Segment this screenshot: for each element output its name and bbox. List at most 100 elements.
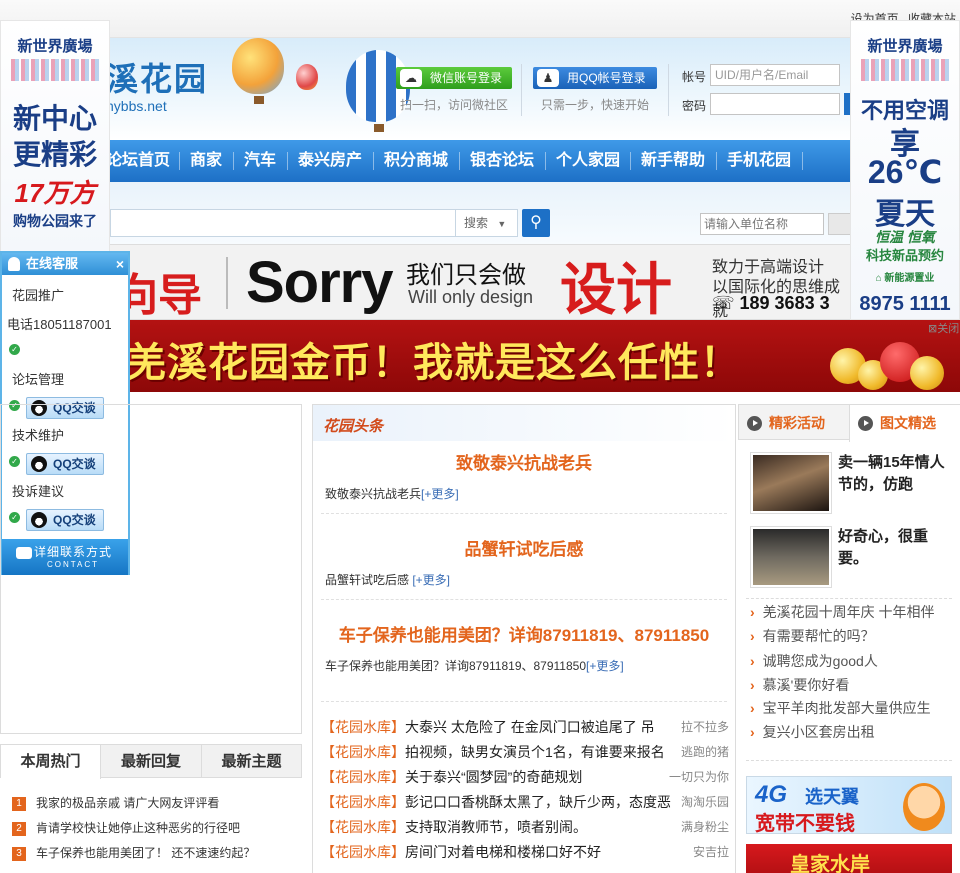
right-tabs: 精彩活动 图文精选 [738,404,960,442]
table-row[interactable]: 【花园水库】彭记口口香桃酥太黑了，缺斤少两，态度恶 淘淘乐园 [321,792,729,812]
skyline-graphic [861,59,949,81]
wechat-login-button[interactable]: ☁ 微信账号登录 [396,67,512,89]
table-row[interactable]: 【花园水库】房间门对着电梯和楼梯口好不好 安吉拉 [321,842,729,862]
nav-item-home[interactable]: 论坛首页 [106,140,170,182]
right-ad-phone: 8975 1111 [859,293,951,315]
search-button[interactable]: ⚲ [522,209,550,237]
unit-search-input[interactable]: 请输入单位名称 [700,213,824,235]
list-item[interactable]: 慕溪'要你好看 [750,675,850,695]
qq-login-button[interactable]: ♟ 用QQ帐号登录 [533,67,657,89]
service-panel-title: 在线客服 [26,256,79,271]
feature-caption[interactable]: 卖一辆15年情人节的，仿跑 [838,452,954,496]
table-row[interactable]: 【花园水库】支持取消教师节，喷者别闹。 满身粉尘 [321,817,729,837]
post-tag[interactable]: 【花园水库】 [321,769,405,785]
post-author[interactable]: 淘淘乐园 [674,793,729,810]
nav-item-ginkgo-forum[interactable]: 银杏论坛 [470,140,534,182]
divider [321,599,727,600]
royal-waterfront-ad[interactable]: 皇家水岸 [746,844,952,873]
search-bar: 搜索 ▼ ⚲ 请输入单位名称 [0,182,960,244]
account-label: 帐号 [682,70,707,84]
list-item[interactable]: 1 我家的极品亲戚 请广大网友评评看 [12,794,219,811]
divider [746,598,952,599]
password-input[interactable] [710,93,840,115]
post-tag[interactable]: 【花园水库】 [321,744,405,760]
table-row[interactable]: 【花园水库】拍视频，缺男女演员个1名，有谁要来报名 逃跑的猪 [321,742,729,762]
banner-design-text: 设计 [560,258,672,320]
post-tag[interactable]: 【花园水库】 [321,794,405,810]
post-author[interactable]: 逃跑的猪 [674,743,729,760]
tab-latest-topics[interactable]: 最新主题 [201,745,301,778]
divider [746,760,952,761]
feature-caption[interactable]: 好奇心，很重要。 [838,526,954,570]
close-ad-link[interactable]: ⊠关闭 [928,320,959,336]
site-header: 溪花园 hybbs.net ☁ 微信账号登录 扫一扫，访问微社区 ♟ 用QQ帐号… [0,38,960,140]
list-item[interactable]: 诚聘您成为good人 [750,651,878,671]
nav-item-newbie-help[interactable]: 新手帮助 [641,140,705,182]
post-author[interactable]: 一切只为你 [662,768,729,785]
list-item[interactable]: 复兴小区套房出租 [750,722,875,742]
nav-item-merchants[interactable]: 商家 [190,140,222,182]
check-icon: ✓ [9,344,20,355]
coin-ad-banner[interactable]: 羌溪花园金币！我就是这么任性！ [110,320,960,392]
service-panel-header: 在线客服 × [2,253,128,275]
nav-item-cars[interactable]: 汽车 [244,140,276,182]
close-icon[interactable]: × [116,253,124,275]
hot-title: 肯请学校快让她停止这种恶劣的行径吧 [36,821,241,835]
post-tag[interactable]: 【花园水库】 [321,844,405,860]
search-icon: ⚲ [530,214,542,231]
tab-picture-picks[interactable]: 图文精选 [849,405,960,442]
panel-title: 花园头条 [323,418,384,435]
headline-title[interactable]: 致敬泰兴抗战老兵 [313,449,735,474]
feature-thumbnail[interactable] [750,452,832,514]
banner-coin-text: 羌溪花园金币！我就是这么任性！ [126,341,741,385]
4g-broadband-ad[interactable]: 4G 选天翼 宽带不要钱 [746,776,952,834]
rank-badge: 2 [12,821,26,836]
site-logo[interactable]: 溪花园 hybbs.net [106,54,208,114]
left-float-ad[interactable]: 新世界廣場 新中心 更精彩 17万方 购物公园来了 [0,20,110,252]
post-author[interactable]: 拉不拉多 [674,718,729,735]
table-row[interactable]: 【花园水库】大泰兴 太危险了 在金凤门口被追尾了 吊 拉不拉多 [321,717,729,737]
list-item[interactable]: 3 车子保养也能用美团了！ 还不速速约起？ [12,844,255,861]
list-item[interactable]: 有需要帮忙的吗？ [750,626,875,646]
feature-thumbnail[interactable] [750,526,832,588]
right-float-ad[interactable]: 新世界廣場 不用空调 享 26℃ 夏天 恒温 恒氧 科技新品预约 ⌂ 新能源置业… [850,20,960,320]
design-ad-banner[interactable]: 向导 Sorry 我们只会做 Will only design 设计 致力于高端… [110,244,850,320]
tab-latest-replies[interactable]: 最新回复 [101,745,201,778]
tab-activities[interactable]: 精彩活动 [739,405,849,441]
nav-item-realestate[interactable]: 泰兴房产 [298,140,362,182]
list-item[interactable]: 宝平羊肉批发部大量供应生 [750,698,931,718]
list-item[interactable]: 羌溪花园十周年庆 十年相伴 [750,602,935,622]
header-divider [521,64,522,116]
rank-badge: 1 [12,796,26,811]
nav-item-mobile[interactable]: 手机花园 [727,140,791,182]
service-phone: 电话18051187001 [7,317,112,332]
garden-headlines-panel: 花园头条 致敬泰兴抗战老兵 致敬泰兴抗战老兵[+更多] 品蟹轩试吃后感 品蟹轩试… [312,404,736,873]
post-tag[interactable]: 【花园水库】 [321,719,405,735]
nav-item-points-mall[interactable]: 积分商城 [384,140,448,182]
nav-item-personal-home[interactable]: 个人家园 [556,140,620,182]
rank-badge: 3 [12,846,26,861]
search-input[interactable] [110,209,456,237]
post-title: 大泰兴 太危险了 在金凤门口被追尾了 吊 [405,719,655,735]
search-type-select[interactable]: 搜索 ▼ [456,209,518,237]
more-link[interactable]: [+更多] [412,573,450,587]
right-ad-line4: 恒温 恒氧 [875,229,935,245]
post-tag[interactable]: 【花园水库】 [321,819,405,835]
ad-4g-text: 4G [755,781,788,808]
header-divider [668,64,669,116]
ad-4g-brand: 选天翼 [805,787,859,807]
headline-title[interactable]: 品蟹轩试吃后感 [313,535,735,560]
post-author[interactable]: 安吉拉 [686,843,729,860]
more-link[interactable]: [+更多] [586,659,624,673]
tab-weekly-hot[interactable]: 本周热门 [1,745,101,779]
list-item[interactable]: 2 肯请学校快让她停止这种恶劣的行径吧 [12,819,240,836]
skyline-graphic [11,59,99,81]
account-input[interactable]: UID/用户名/Email [710,64,840,86]
banner-phone-number: 189 3683 3 [739,293,830,313]
nav-divider [179,152,180,170]
banner-divider [226,257,228,309]
post-author[interactable]: 满身粉尘 [674,818,729,835]
headline-title[interactable]: 车子保养也能用美团？详询87911819、87911850 [313,621,735,646]
more-link[interactable]: [+更多] [421,487,459,501]
table-row[interactable]: 【花园水库】关于泰兴“圆梦园”的奇葩规划 一切只为你 [321,767,729,787]
